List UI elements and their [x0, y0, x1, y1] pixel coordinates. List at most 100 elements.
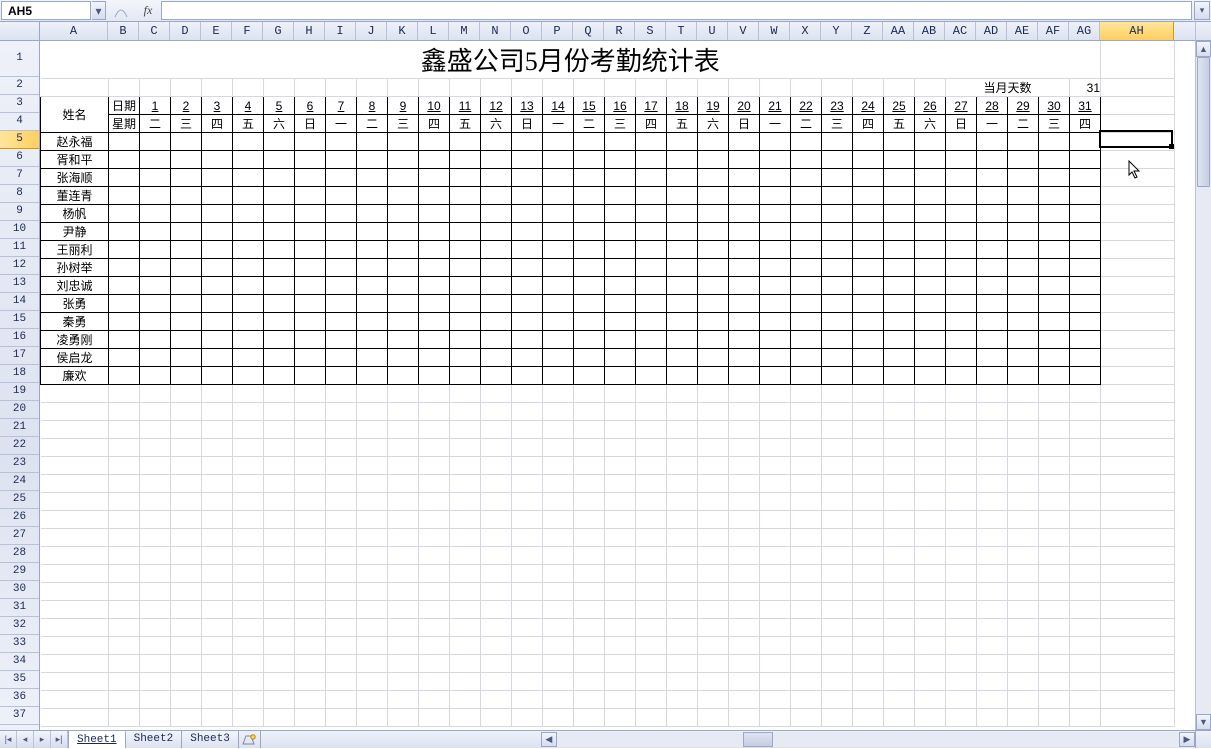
month-days-value[interactable]: 31	[1070, 79, 1101, 97]
scroll-left-icon[interactable]: ◀	[541, 732, 557, 747]
cell[interactable]	[202, 529, 233, 547]
row-header[interactable]: 32	[0, 617, 39, 635]
cell[interactable]	[760, 457, 791, 475]
cell[interactable]	[326, 709, 357, 727]
cell[interactable]	[667, 133, 698, 151]
cell[interactable]	[481, 259, 512, 277]
cell[interactable]	[884, 223, 915, 241]
name-cell[interactable]: 赵永福	[41, 133, 109, 151]
cell[interactable]	[822, 133, 853, 151]
cell[interactable]	[543, 601, 574, 619]
cell[interactable]	[636, 583, 667, 601]
cell[interactable]	[202, 313, 233, 331]
col-header[interactable]: C	[139, 22, 170, 40]
weekday-cell[interactable]: 二	[1008, 115, 1039, 133]
cell[interactable]	[884, 205, 915, 223]
cell[interactable]	[605, 565, 636, 583]
cell[interactable]	[853, 295, 884, 313]
cell[interactable]	[233, 169, 264, 187]
cell[interactable]	[884, 619, 915, 637]
cell[interactable]	[512, 151, 543, 169]
cell[interactable]	[233, 547, 264, 565]
cell[interactable]	[233, 691, 264, 709]
cell[interactable]	[357, 259, 388, 277]
cell[interactable]	[1070, 223, 1101, 241]
cell[interactable]	[264, 691, 295, 709]
cell[interactable]	[853, 421, 884, 439]
cell[interactable]	[450, 655, 481, 673]
cell[interactable]	[140, 583, 171, 601]
cell[interactable]	[977, 583, 1008, 601]
cell[interactable]	[605, 187, 636, 205]
cell[interactable]	[667, 187, 698, 205]
cell[interactable]	[1070, 565, 1101, 583]
cell[interactable]	[884, 547, 915, 565]
cell[interactable]	[605, 691, 636, 709]
cell[interactable]	[264, 403, 295, 421]
cell[interactable]	[357, 457, 388, 475]
cell[interactable]	[915, 547, 946, 565]
cell[interactable]	[822, 457, 853, 475]
cell[interactable]	[574, 205, 605, 223]
cell[interactable]	[977, 259, 1008, 277]
cell[interactable]	[636, 475, 667, 493]
cell[interactable]	[357, 637, 388, 655]
cell[interactable]	[543, 493, 574, 511]
cell[interactable]	[171, 439, 202, 457]
new-sheet-icon[interactable]	[239, 731, 261, 748]
cell[interactable]	[729, 151, 760, 169]
cell[interactable]	[667, 637, 698, 655]
cell[interactable]	[543, 421, 574, 439]
cell[interactable]	[667, 547, 698, 565]
cell[interactable]	[543, 169, 574, 187]
cell[interactable]	[1039, 259, 1070, 277]
cell[interactable]	[357, 313, 388, 331]
cell[interactable]	[295, 205, 326, 223]
cell[interactable]	[915, 151, 946, 169]
cell[interactable]	[977, 655, 1008, 673]
cell[interactable]	[326, 187, 357, 205]
cell[interactable]	[636, 529, 667, 547]
name-header[interactable]: 姓名	[41, 97, 109, 133]
col-header[interactable]: J	[356, 22, 387, 40]
cell[interactable]	[326, 367, 357, 385]
cell[interactable]	[1070, 601, 1101, 619]
cell[interactable]	[481, 169, 512, 187]
col-header-selected[interactable]: AH	[1100, 22, 1174, 40]
cell[interactable]	[357, 349, 388, 367]
cell[interactable]	[171, 403, 202, 421]
cell[interactable]	[822, 277, 853, 295]
cell[interactable]	[419, 349, 450, 367]
date-cell[interactable]: 28	[977, 97, 1008, 115]
date-cell[interactable]: 5	[264, 97, 295, 115]
cell[interactable]	[512, 295, 543, 313]
row-header[interactable]: 21	[0, 419, 39, 437]
cell[interactable]	[450, 223, 481, 241]
cell[interactable]	[140, 403, 171, 421]
cell[interactable]	[636, 241, 667, 259]
col-header[interactable]: Z	[852, 22, 883, 40]
cell[interactable]	[357, 691, 388, 709]
col-header[interactable]: X	[790, 22, 821, 40]
date-cell[interactable]: 14	[543, 97, 574, 115]
cell[interactable]	[605, 439, 636, 457]
cell[interactable]	[1101, 205, 1175, 223]
date-cell[interactable]: 12	[481, 97, 512, 115]
cell[interactable]	[1101, 619, 1175, 637]
col-header[interactable]: P	[542, 22, 573, 40]
cell[interactable]	[450, 133, 481, 151]
cell[interactable]	[264, 709, 295, 727]
cell[interactable]	[109, 223, 140, 241]
cell[interactable]	[884, 475, 915, 493]
row-header[interactable]: 6	[0, 149, 39, 167]
cell[interactable]	[357, 619, 388, 637]
cell[interactable]	[1101, 655, 1175, 673]
cell[interactable]	[326, 79, 357, 97]
name-cell[interactable]: 董连青	[41, 187, 109, 205]
cell[interactable]	[357, 565, 388, 583]
cell[interactable]	[264, 457, 295, 475]
cell[interactable]	[946, 385, 977, 403]
cell[interactable]	[1039, 619, 1070, 637]
cell[interactable]	[41, 457, 109, 475]
date-cell[interactable]: 6	[295, 97, 326, 115]
